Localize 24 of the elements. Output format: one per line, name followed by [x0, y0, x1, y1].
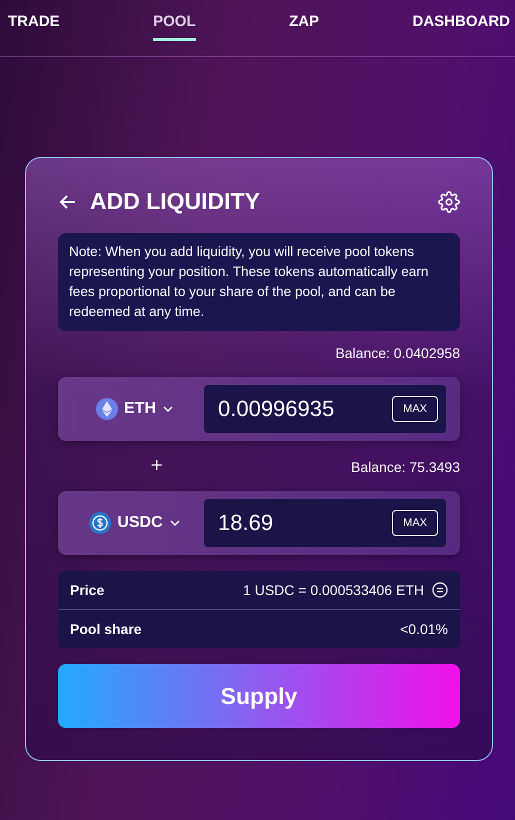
plus-sign: +: [150, 455, 164, 474]
nav-tab[interactable]: DASHBOARD: [412, 0, 510, 41]
amount-field[interactable]: 0.00996935 MAX: [204, 385, 446, 433]
info-note: Note: When you add liquidity, you will receive pool tokens representing your position. These tokens automatically earn fees proportional to your share of the pool, and can be redeemed at any time.: [58, 233, 460, 331]
max-button[interactable]: MAX: [392, 396, 438, 422]
equals-circle-icon[interactable]: [432, 582, 448, 598]
settings-icon[interactable]: [438, 190, 460, 212]
detail-label: Price: [70, 582, 104, 598]
detail-label: Pool share: [70, 621, 142, 637]
nav-tab[interactable]: ZAP: [289, 0, 320, 41]
supply-button[interactable]: Supply: [58, 664, 460, 728]
nav-tab[interactable]: POOL: [153, 0, 196, 41]
token-selector[interactable]: USDC: [66, 511, 204, 535]
balance-text: Balance: 0.0402958: [334, 345, 460, 361]
detail-value: <0.01%: [400, 621, 448, 637]
amount-field[interactable]: 18.69 MAX: [204, 499, 446, 547]
diamond-coin-icon: [96, 398, 118, 420]
token-selector[interactable]: ETH: [66, 397, 204, 421]
nav-tab[interactable]: TRADE: [8, 0, 60, 41]
balance-text: Balance: 75.3493: [351, 459, 460, 475]
card-title: ADD LIQUIDITY: [90, 188, 261, 215]
dollar-coin-icon: [89, 512, 112, 534]
detail-value: 1 USDC = 0.000533406 ETH: [243, 582, 424, 598]
max-button[interactable]: MAX: [392, 510, 438, 536]
